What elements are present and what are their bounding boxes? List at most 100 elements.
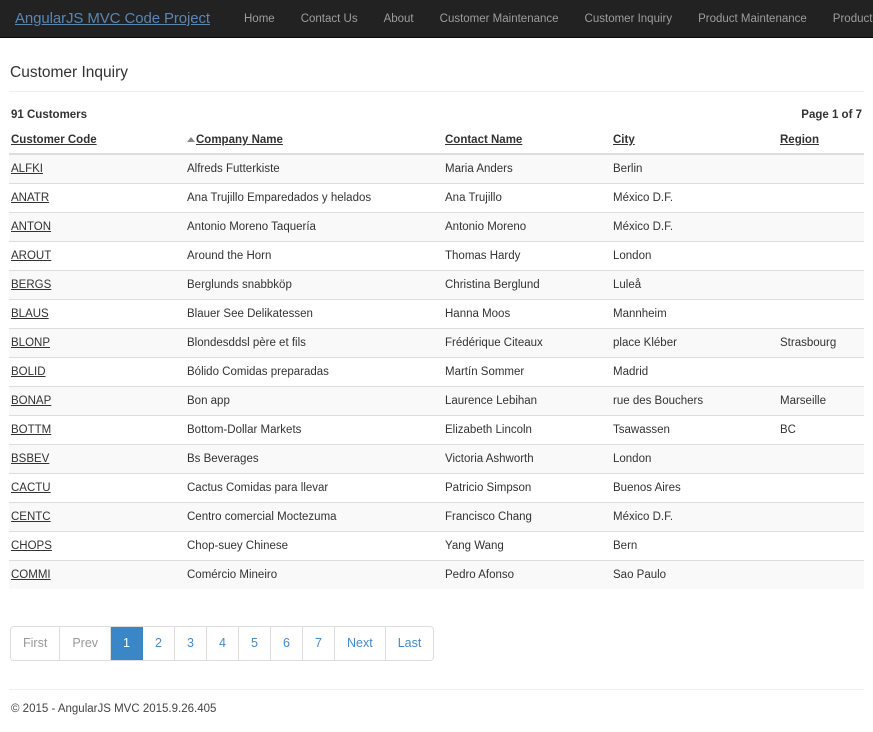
cell-city: Bern	[611, 532, 778, 561]
cell-contact-name: Frédérique Citeaux	[443, 329, 611, 358]
column-header-label[interactable]: Contact Name	[445, 134, 522, 146]
cell-customer-code: BSBEV	[9, 445, 185, 474]
cell-region	[778, 503, 864, 532]
cell-city: Tsawassen	[611, 416, 778, 445]
customer-table: Customer Code Company Name Contact Name Cit…	[9, 130, 864, 589]
cell-contact-name: Martín Sommer	[443, 358, 611, 387]
table-header-row: Customer Code Company Name Contact Name Cit…	[9, 130, 864, 154]
cell-city: México D.F.	[611, 184, 778, 213]
cell-region	[778, 532, 864, 561]
pagination-wrap: FirstPrev1234567NextLast	[9, 626, 864, 661]
pagination-last[interactable]: Last	[386, 627, 434, 660]
column-header-company-name[interactable]: Company Name	[185, 130, 443, 154]
customer-code-link[interactable]: CHOPS	[11, 540, 52, 552]
pagination-6[interactable]: 6	[271, 627, 303, 660]
navbar-brand[interactable]: AngularJS MVC Code Project	[8, 10, 217, 27]
column-header-label[interactable]: Region	[780, 134, 819, 146]
customer-code-link[interactable]: CACTU	[11, 482, 51, 494]
cell-company-name: Bottom-Dollar Markets	[185, 416, 443, 445]
cell-company-name: Cactus Comidas para llevar	[185, 474, 443, 503]
table-row: BOLID Bólido Comidas preparadasMartín Som…	[9, 358, 864, 387]
cell-city: Luleå	[611, 271, 778, 300]
cell-customer-code: CACTU	[9, 474, 185, 503]
column-header-label[interactable]: Company Name	[196, 134, 283, 146]
cell-region: BC	[778, 416, 864, 445]
customer-code-link[interactable]: BOTTM	[11, 424, 51, 436]
cell-city: Madrid	[611, 358, 778, 387]
cell-contact-name: Patricio Simpson	[443, 474, 611, 503]
customer-code-link[interactable]: BSBEV	[11, 453, 49, 465]
cell-company-name: Bólido Comidas preparadas	[185, 358, 443, 387]
table-row: BLONP Blondesddsl père et filsFrédérique …	[9, 329, 864, 358]
cell-region	[778, 445, 864, 474]
nav-link-about[interactable]: About	[371, 0, 427, 38]
cell-company-name: Centro comercial Moctezuma	[185, 503, 443, 532]
pagination-first: First	[11, 627, 60, 660]
cell-city: rue des Bouchers	[611, 387, 778, 416]
cell-company-name: Chop-suey Chinese	[185, 532, 443, 561]
title-divider	[9, 91, 864, 92]
customer-code-link[interactable]: COMMI	[11, 569, 51, 581]
table-body: ALFKIAlfreds FutterkisteMaria AndersBerl…	[9, 154, 864, 589]
cell-contact-name: Thomas Hardy	[443, 242, 611, 271]
customer-code-link[interactable]: BOLID	[11, 366, 46, 378]
page-indicator: Page 1 of 7	[801, 109, 862, 121]
pagination-next[interactable]: Next	[335, 627, 386, 660]
page-title: Customer Inquiry	[10, 64, 864, 91]
nav-link-contact-us[interactable]: Contact Us	[288, 0, 371, 38]
cell-company-name: Antonio Moreno Taquería	[185, 213, 443, 242]
cell-customer-code: AROUT	[9, 242, 185, 271]
customer-code-link[interactable]: ANTON	[11, 221, 51, 233]
column-header-city[interactable]: City	[611, 130, 778, 154]
column-header-customer-code[interactable]: Customer Code	[9, 130, 185, 154]
table-row: BONAPBon appLaurence Lebihanrue des Bouc…	[9, 387, 864, 416]
cell-region	[778, 474, 864, 503]
table-row: BSBEVBs BeveragesVictoria AshworthLondon	[9, 445, 864, 474]
customer-code-link[interactable]: ALFKI	[11, 163, 43, 175]
cell-city: Buenos Aires	[611, 474, 778, 503]
cell-customer-code: BOTTM	[9, 416, 185, 445]
cell-contact-name: Yang Wang	[443, 532, 611, 561]
nav-link-customer-inquiry[interactable]: Customer Inquiry	[572, 0, 686, 38]
cell-city: Mannheim	[611, 300, 778, 329]
cell-region: Strasbourg	[778, 329, 864, 358]
table-row: ALFKIAlfreds FutterkisteMaria AndersBerl…	[9, 154, 864, 184]
table-row: CACTU Cactus Comidas para llevarPatricio …	[9, 474, 864, 503]
column-header-region[interactable]: Region	[778, 130, 864, 154]
customer-code-link[interactable]: BLAUS	[11, 308, 49, 320]
cell-company-name: Blondesddsl père et fils	[185, 329, 443, 358]
pagination-4[interactable]: 4	[207, 627, 239, 660]
navbar-links: HomeContact UsAboutCustomer MaintenanceC…	[231, 0, 873, 38]
customer-code-link[interactable]: CENTC	[11, 511, 51, 523]
cell-contact-name: Laurence Lebihan	[443, 387, 611, 416]
column-header-label[interactable]: Customer Code	[11, 134, 97, 146]
customer-code-link[interactable]: BERGS	[11, 279, 51, 291]
nav-link-product-inquiry[interactable]: Product Inquiry	[820, 0, 873, 38]
pagination-7[interactable]: 7	[303, 627, 335, 660]
customer-code-link[interactable]: BONAP	[11, 395, 51, 407]
table-row: CHOPS Chop-suey ChineseYang WangBern	[9, 532, 864, 561]
column-header-contact-name[interactable]: Contact Name	[443, 130, 611, 154]
nav-link-product-maintenance[interactable]: Product Maintenance	[685, 0, 820, 38]
cell-city: México D.F.	[611, 503, 778, 532]
cell-region	[778, 300, 864, 329]
nav-link-customer-maintenance[interactable]: Customer Maintenance	[427, 0, 572, 38]
cell-customer-code: BLONP	[9, 329, 185, 358]
table-row: ANATRAna Trujillo Emparedados y heladosA…	[9, 184, 864, 213]
customer-code-link[interactable]: AROUT	[11, 250, 51, 262]
nav-link-home[interactable]: Home	[231, 0, 288, 38]
customer-code-link[interactable]: BLONP	[11, 337, 50, 349]
cell-region	[778, 358, 864, 387]
customer-code-link[interactable]: ANATR	[11, 192, 49, 204]
table-row: CENTCCentro comercial MoctezumaFrancisco…	[9, 503, 864, 532]
pagination-2[interactable]: 2	[143, 627, 175, 660]
cell-contact-name: Ana Trujillo	[443, 184, 611, 213]
table-row: ANTONAntonio Moreno TaqueríaAntonio More…	[9, 213, 864, 242]
pagination-5[interactable]: 5	[239, 627, 271, 660]
pagination-1: 1	[111, 627, 143, 660]
pagination-3[interactable]: 3	[175, 627, 207, 660]
top-navbar: AngularJS MVC Code Project HomeContact U…	[0, 0, 873, 38]
cell-contact-name: Maria Anders	[443, 154, 611, 184]
cell-region	[778, 561, 864, 590]
column-header-label[interactable]: City	[613, 134, 635, 146]
